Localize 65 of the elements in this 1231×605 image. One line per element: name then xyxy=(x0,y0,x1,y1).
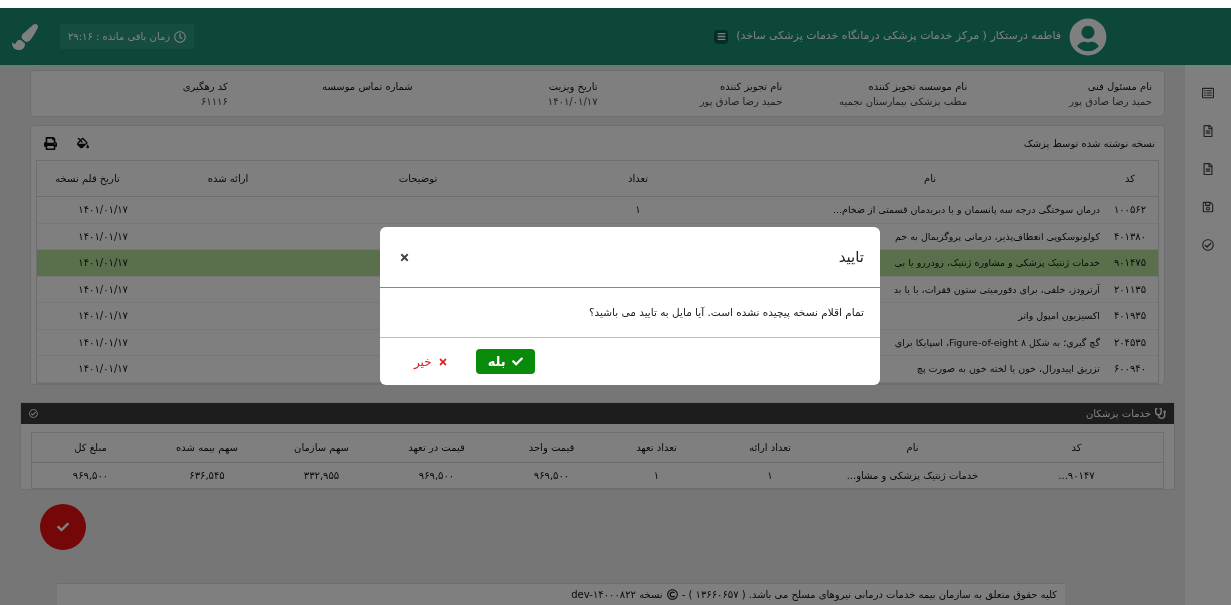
table-cell-text: ۱۴۰۱/۰۱/۱۷ xyxy=(77,256,129,271)
table-cell-text: ۱۴۰۱/۰۱/۱۷ xyxy=(77,335,129,350)
table-cell-text: ۹۶۹,۵۰۰ xyxy=(417,469,456,483)
column-header: قیمت واحد xyxy=(527,441,576,455)
column-header: توضیحات xyxy=(397,172,439,186)
column-header: تاریخ قلم نسخه xyxy=(54,172,121,186)
info-value: ۱۴۰۱/۰۱/۱۷ xyxy=(546,95,598,109)
column-header: کد xyxy=(1070,441,1083,455)
info-label: شماره تماس موسسه xyxy=(321,80,413,94)
table-cell-text: ۱۴۰۱/۰۱/۱۷ xyxy=(77,229,129,244)
table-cell-text: ۶۳۶,۵۴۵ xyxy=(188,469,226,483)
column-header: نام xyxy=(905,441,920,455)
column-header: سهم سازمان xyxy=(293,441,350,455)
column-header: قیمت در تعهد xyxy=(407,441,466,455)
table-cell-text: ۲۰۴۵۳۵ xyxy=(1112,335,1148,350)
info-label: تاریخ ویزیت xyxy=(547,80,598,94)
dialog-title: تایید xyxy=(838,246,864,268)
table-cell-text: ۱۴۰۱/۰۱/۱۷ xyxy=(77,362,129,377)
column-header: تعداد ارائه xyxy=(748,441,792,455)
table-cell-text: ۱۰۰۵۶۲ xyxy=(1112,203,1148,218)
info-value: ۶۱۱۱۶ xyxy=(200,95,228,109)
column-header: تعداد xyxy=(626,172,650,186)
table-cell-text: ۴۰۱۳۸۰ xyxy=(1112,229,1148,244)
info-label: نام مسئول فنی xyxy=(1086,80,1152,94)
version-text: نسخه dev-۱۴۰۰۰۸۲۲ xyxy=(571,588,663,602)
table-cell: درمان سوختگی درجه سه پانسمان و یا دبریدمان قسمتی از ضخام... xyxy=(833,204,1100,216)
timer-text: زمان باقی مانده : ۲۹:۱۶ xyxy=(68,30,171,44)
column-header: کد xyxy=(1124,172,1136,186)
info-label: نام تجویز کننده xyxy=(718,80,783,94)
table-cell: کولونوسکوپی انعطاف‌پذیر، درمانی پروگزیمال به خم xyxy=(895,230,1100,242)
table-cell-text: ۲۰۱۱۳۵ xyxy=(1112,282,1148,297)
table-cell-text: ۹۰۱۴۷۵ xyxy=(1112,256,1148,271)
table-cell-text: ۶۰۰۹۴۰ xyxy=(1112,362,1148,377)
table-cell-text: ۱ xyxy=(766,469,774,483)
table-cell-text: ۹۶۹,۵۰۰ xyxy=(71,469,110,483)
table-cell: ۱ xyxy=(635,204,641,216)
table-cell: اکسیزیون امپول واتر xyxy=(1018,310,1100,322)
info-value: حمید رضا صادق پور xyxy=(1067,95,1152,109)
table-cell-text: خدمات ژنتیک پزشکی و مشاو... xyxy=(845,469,980,483)
table-cell: آرترودز، خلفی، برای دفورمیتی ستون فقرات، با یا بد xyxy=(893,283,1100,295)
table-cell-text: ۳۳۲,۹۵۵ xyxy=(302,469,341,483)
info-value: مطب پزشکی بیمارستان نجمیه xyxy=(838,95,968,109)
panel-title: خدمات پزشکان xyxy=(1085,407,1151,421)
table-cell-text: ۱۴۰۱/۰۱/۱۷ xyxy=(77,203,129,218)
column-header: نام xyxy=(923,172,937,186)
column-header: ارائه شده xyxy=(206,172,250,186)
table-cell-text: ۱ xyxy=(652,469,661,483)
table-cell-text: ۴۰۱۹۳۵ xyxy=(1112,309,1148,324)
table-cell: گچ گیری؛ به شکل ۸ Figure-of-eight، اسپایکا برای xyxy=(894,336,1100,348)
panel-title: نسخه نوشته شده توسط پزشک xyxy=(1023,136,1155,151)
table-cell-text: ۹۰۱۴۷... xyxy=(1057,469,1096,483)
user-name: فاطمه درستکار ( مرکز خدمات پزشکی درمانگاه خدمات پزشکی ساخد) xyxy=(736,28,1061,45)
table-cell-text: ۱۴۰۱/۰۱/۱۷ xyxy=(77,309,129,324)
info-value: حمید رضا صادق پور xyxy=(698,95,783,109)
info-label: کد رهگیری xyxy=(181,80,228,94)
column-header: سهم بیمه شده xyxy=(175,441,239,455)
table-cell: تزریق اپیدورال، خون یا لخته خون به صورت پچ xyxy=(916,363,1100,375)
dialog-message: تمام اقلام نسخه پیچیده نشده است. آیا مایل به تایید می باشید؟ xyxy=(588,304,864,321)
column-header: مبلغ کل xyxy=(73,441,108,455)
table-cell: خدمات ژنتیک پزشکی و مشاوره ژنتیک، رودررو یا بی xyxy=(894,257,1100,269)
table-cell-text: ۱۴۰۱/۰۱/۱۷ xyxy=(77,282,129,297)
column-header: تعداد تعهد xyxy=(635,441,678,455)
table-cell-text: ۹۶۹,۵۰۰ xyxy=(532,469,571,483)
copyright-text: کلیه حقوق متعلق به سازمان بیمه خدمات درمانی نیروهای مسلح می باشد. ( ۱۳۶۶۰۶۵۷ ) - xyxy=(681,588,1057,602)
info-label: نام موسسه تجویز کننده xyxy=(867,80,968,94)
